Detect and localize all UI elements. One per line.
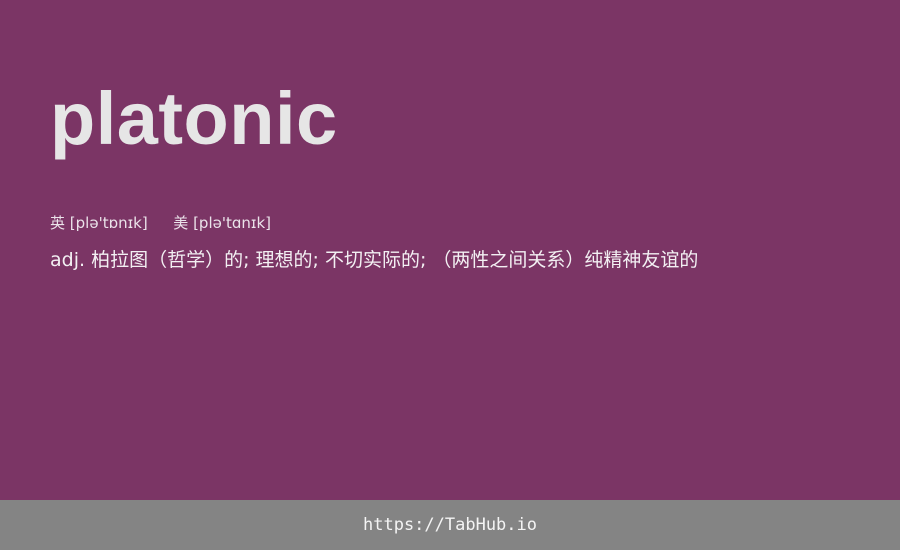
us-phonetic-label: 美 xyxy=(173,214,189,232)
word-card: platonic 英 [plə'tɒnɪk] 美 [plə'tɑnɪk] adj… xyxy=(0,0,900,500)
uk-phonetic-label: 英 xyxy=(50,214,66,232)
footer-link[interactable]: https://TabHub.io xyxy=(363,515,537,535)
footer-bar: https://TabHub.io xyxy=(0,500,900,550)
uk-phonetic: [plə'tɒnɪk] xyxy=(69,214,148,232)
definition: adj. 柏拉图（哲学）的; 理想的; 不切实际的; （两性之间关系）纯精神友谊… xyxy=(50,246,698,274)
part-of-speech: adj. xyxy=(50,249,86,271)
definition-text: 柏拉图（哲学）的; 理想的; 不切实际的; （两性之间关系）纯精神友谊的 xyxy=(91,249,699,271)
us-phonetic: [plə'tɑnɪk] xyxy=(193,214,271,232)
headword: platonic xyxy=(50,77,338,160)
phonetics: 英 [plə'tɒnɪk] 美 [plə'tɑnɪk] xyxy=(50,212,271,234)
